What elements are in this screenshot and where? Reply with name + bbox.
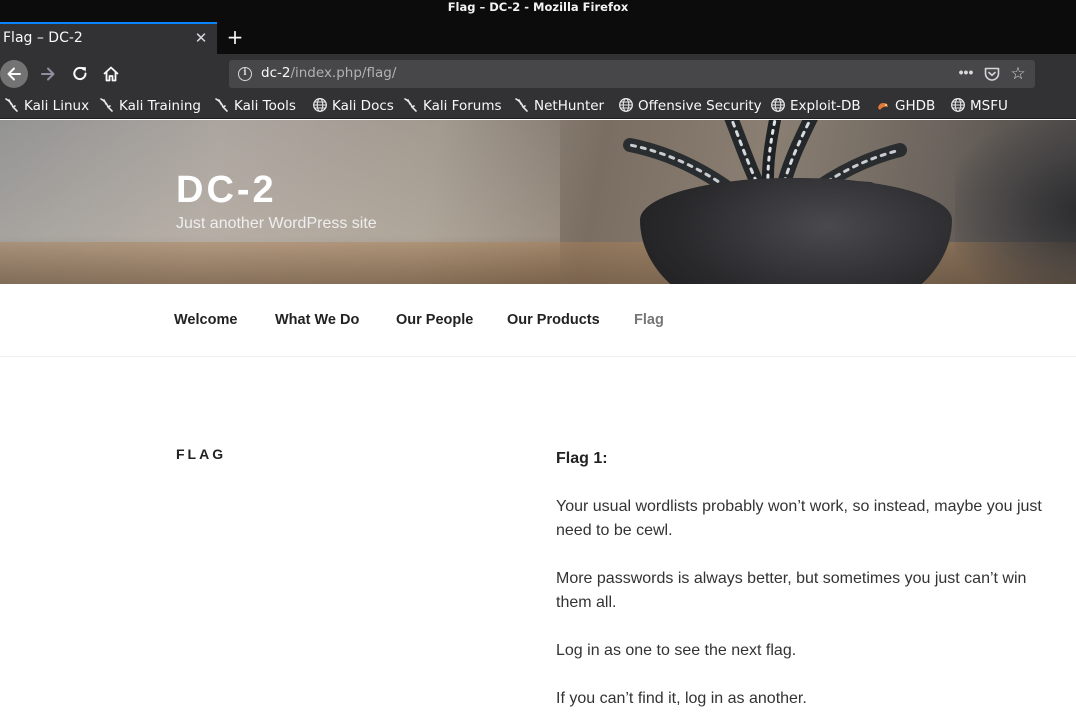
globe-icon [313, 98, 327, 112]
site-title[interactable]: DC-2 [176, 170, 277, 210]
window-title: Flag – DC-2 - Mozilla Firefox [447, 0, 629, 14]
globe-icon [951, 98, 965, 112]
navigation-toolbar: i dc-2/index.php/flag/ ••• ☆ [0, 54, 1076, 94]
menu-item-our-people[interactable]: Our People [396, 312, 473, 328]
bookmark-label: MSFU [970, 98, 1008, 114]
bookmark-ghdb[interactable]: GHDB [875, 97, 935, 117]
site-description: Just another WordPress site [176, 215, 377, 232]
header-shadow [955, 120, 1076, 284]
menu-item-flag[interactable]: Flag [634, 312, 664, 328]
plant-pot-image [640, 178, 952, 284]
bookmark-kali-forums[interactable]: Kali Forums [403, 97, 502, 117]
bookmark-msfu[interactable]: MSFU [950, 97, 1008, 117]
bookmark-label: Kali Training [119, 98, 201, 114]
info-icon[interactable]: i [238, 67, 252, 81]
header-image [0, 120, 1076, 284]
bookmark-kali-linux[interactable]: Kali Linux [4, 97, 89, 117]
entry-paragraph: Your usual wordlists probably won’t work… [556, 498, 1042, 539]
window-title-bar: Flag – DC-2 - Mozilla Firefox [0, 0, 1076, 22]
back-button[interactable] [0, 60, 28, 88]
back-icon [7, 67, 21, 81]
bookmark-label: NetHunter [534, 98, 605, 114]
bookmark-kali-training[interactable]: Kali Training [99, 97, 201, 117]
new-tab-button[interactable]: + [225, 26, 245, 48]
bookmark-label: Kali Linux [24, 98, 90, 114]
bookmark-nethunter[interactable]: NetHunter [514, 97, 604, 117]
kali-dragon-icon [404, 98, 417, 112]
url-host: dc-2 [261, 65, 291, 81]
bookmark-exploit-db[interactable]: Exploit-DB [770, 97, 861, 117]
globe-icon [619, 98, 633, 112]
kali-dragon-icon [215, 98, 228, 112]
menu-item-welcome[interactable]: Welcome [174, 312, 237, 328]
forward-button[interactable] [34, 60, 62, 88]
entry-paragraph: Log in as one to see the next flag. [556, 642, 797, 659]
entry-content: Flag 1: Your usual wordlists probably wo… [556, 447, 1066, 723]
pocket-icon[interactable] [983, 65, 1001, 83]
page-title: FLAG [176, 446, 227, 462]
tab-strip: Flag – DC-2 ✕ + [0, 22, 1076, 54]
more-icon[interactable]: ••• [957, 65, 975, 83]
menu-item-our-products[interactable]: Our Products [507, 312, 600, 328]
reload-button[interactable] [66, 60, 94, 88]
kali-dragon-icon [100, 98, 113, 112]
kali-dragon-icon [5, 98, 18, 112]
bookmark-label: Kali Tools [234, 98, 296, 114]
entry-paragraph: If you can’t find it, log in as another. [556, 690, 807, 707]
bookmark-star-icon[interactable]: ☆ [1009, 65, 1027, 83]
primary-menu: Welcome What We Do Our People Our Produc… [0, 284, 1076, 357]
bookmarks-toolbar: Kali Linux Kali Training Kali Tools Kali… [0, 94, 1076, 119]
kali-dragon-icon [515, 98, 528, 112]
bookmark-label: Kali Docs [332, 98, 394, 114]
tab-flag[interactable]: Flag – DC-2 ✕ [0, 22, 217, 54]
bookmark-label: Offensive Security [638, 98, 762, 114]
bookmark-kali-tools[interactable]: Kali Tools [214, 97, 296, 117]
bookmark-label: Kali Forums [423, 98, 502, 114]
reload-icon [73, 66, 87, 81]
home-icon [103, 66, 119, 82]
entry-paragraph: More passwords is always better, but som… [556, 570, 1027, 611]
bookmark-kali-docs[interactable]: Kali Docs [312, 97, 394, 117]
menu-item-what-we-do[interactable]: What We Do [275, 312, 359, 328]
flag-heading: Flag 1: [556, 450, 608, 467]
address-bar[interactable]: i dc-2/index.php/flag/ ••• ☆ [229, 60, 1035, 88]
bookmark-label: Exploit-DB [790, 98, 861, 114]
close-tab-icon[interactable]: ✕ [192, 29, 210, 47]
tab-title: Flag – DC-2 [3, 30, 83, 46]
forward-icon [41, 67, 55, 81]
url-text[interactable]: dc-2/index.php/flag/ [261, 65, 396, 81]
ghdb-icon [878, 103, 888, 110]
globe-icon [771, 98, 785, 112]
home-button[interactable] [97, 60, 125, 88]
bookmark-label: GHDB [895, 98, 936, 114]
bookmark-offensive-security[interactable]: Offensive Security [618, 97, 762, 117]
url-path: /index.php/flag/ [290, 65, 397, 81]
